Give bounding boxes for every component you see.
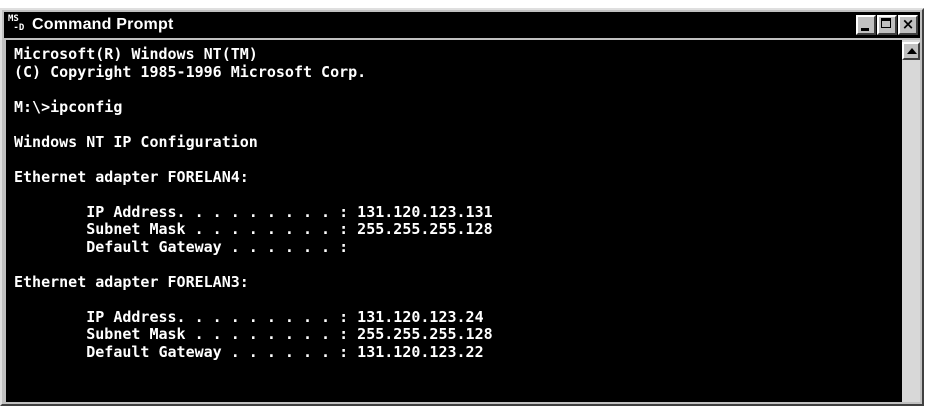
console-output[interactable]: Microsoft(R) Windows NT(TM) (C) Copyrigh… <box>6 40 902 402</box>
console-line: Microsoft(R) Windows NT(TM) <box>14 45 258 63</box>
console-line: Default Gateway . . . . . . : 131.120.12… <box>14 342 484 361</box>
console-line: Subnet Mask . . . . . . . . : 255.255.25… <box>14 325 493 343</box>
ms-dos-icon[interactable]: MS -D <box>8 15 28 35</box>
minimize-button[interactable] <box>856 15 876 35</box>
minimize-icon <box>861 28 869 31</box>
up-arrow-icon <box>907 48 917 54</box>
console-line: Ethernet adapter FORELAN4: <box>14 167 249 186</box>
vertical-scrollbar[interactable] <box>902 40 920 402</box>
console-line: Windows NT IP Configuration <box>14 132 258 151</box>
maximize-button[interactable] <box>877 15 897 35</box>
console-line: Default Gateway . . . . . . : <box>14 237 349 256</box>
close-button[interactable]: × <box>898 15 918 35</box>
console-line: Ethernet adapter FORELAN3: <box>14 272 249 291</box>
command-prompt-window: MS -D Command Prompt × Microsoft(R) Wind… <box>0 8 924 406</box>
console-line: M:\>ipconfig <box>14 97 123 116</box>
title-bar[interactable]: MS -D Command Prompt × <box>4 12 920 38</box>
close-icon: × <box>901 15 915 33</box>
maximize-icon <box>881 18 891 28</box>
console-line: IP Address. . . . . . . . . : 131.120.12… <box>14 307 484 326</box>
window-controls: × <box>856 15 918 35</box>
scroll-up-button[interactable] <box>902 42 920 60</box>
console-line: (C) Copyright 1985-1996 Microsoft Corp. <box>14 62 367 81</box>
console-line: IP Address. . . . . . . . . : 131.120.12… <box>14 202 493 221</box>
window-title: Command Prompt <box>32 16 174 33</box>
console-line: Subnet Mask . . . . . . . . : 255.255.25… <box>14 220 493 238</box>
